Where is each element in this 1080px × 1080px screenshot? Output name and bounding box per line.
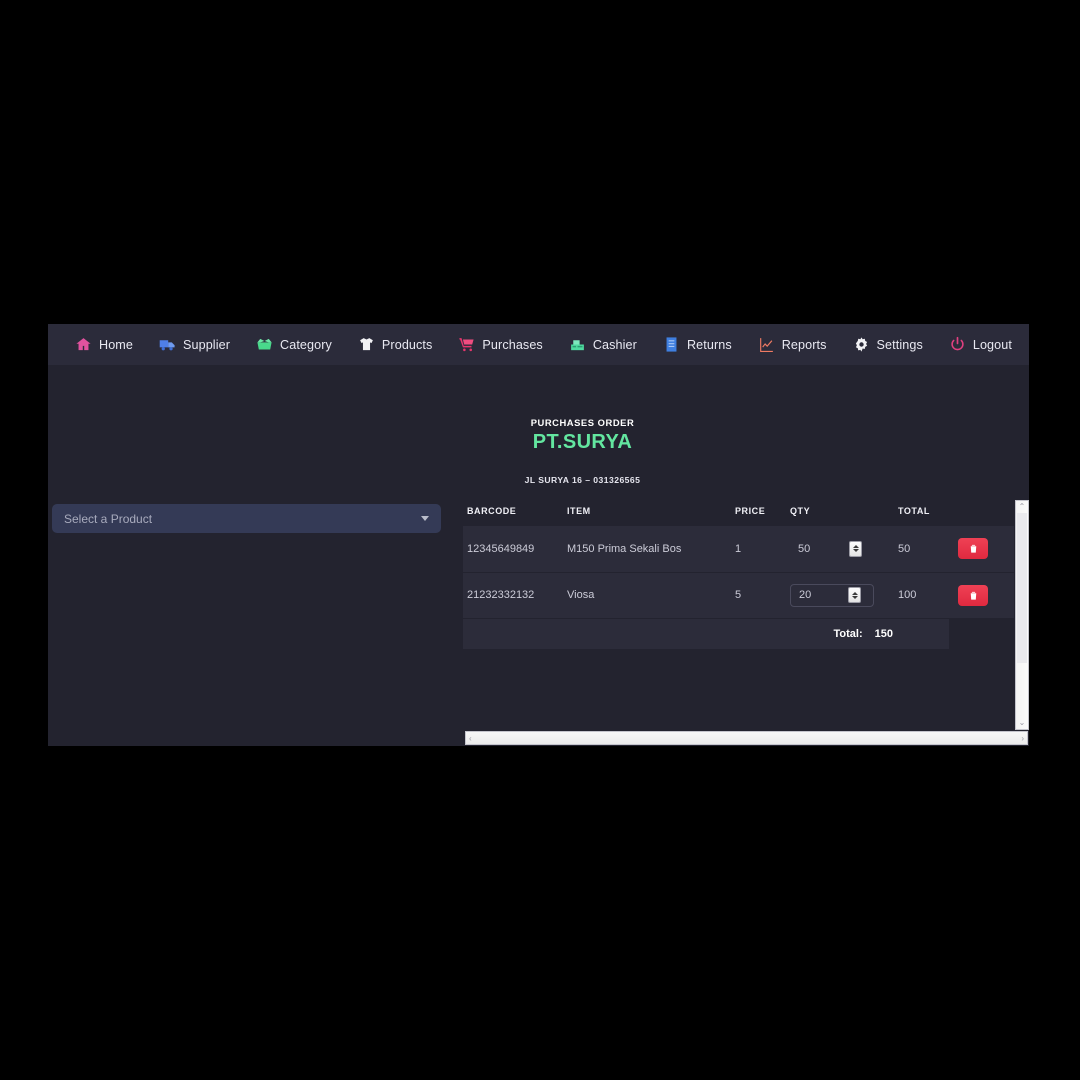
vertical-scrollbar[interactable]: ⌃ ⌄ — [1015, 500, 1029, 730]
main-navigation: Home Supplier Category Products Purchase… — [48, 324, 1029, 365]
tshirt-icon — [360, 338, 373, 351]
col-qty-stepper — [838, 500, 898, 526]
order-header: PURCHASES ORDER PT.SURYA JL SURYA 16 – 0… — [500, 417, 665, 485]
order-items-scroll-area: BARCODE ITEM PRICE QTY TOTAL 12345649849… — [463, 500, 1014, 728]
col-qty: QTY — [790, 506, 811, 516]
nav-item-home[interactable]: Home — [62, 324, 146, 365]
scroll-left-arrow[interactable]: ‹ — [469, 734, 472, 743]
receipt-icon — [666, 337, 677, 352]
cell-qty[interactable]: 20 — [790, 572, 898, 618]
nav-item-settings[interactable]: Settings — [840, 324, 936, 365]
delete-row-button[interactable] — [958, 584, 988, 606]
power-icon — [951, 336, 964, 351]
register-icon — [570, 340, 584, 351]
row-qty-stepper[interactable] — [848, 587, 861, 603]
nav-label: Settings — [876, 337, 923, 352]
cell-item: Viosa — [567, 589, 595, 601]
cell-actions — [958, 526, 1014, 572]
trash-icon — [970, 545, 976, 553]
row-qty-stepper[interactable] — [849, 540, 862, 557]
cell-qty[interactable]: 50 — [790, 526, 898, 572]
nav-item-reports[interactable]: Reports — [745, 324, 840, 365]
col-barcode: BARCODE — [467, 506, 517, 516]
cell-total: 100 — [898, 589, 917, 601]
cell-price: 5 — [735, 589, 742, 601]
cell-total: 50 — [898, 542, 911, 555]
scroll-up-arrow[interactable]: ⌃ — [1019, 501, 1026, 513]
vertical-scroll-thumb[interactable] — [1017, 513, 1027, 663]
total-value: 150 — [874, 627, 893, 640]
cell-item: M150 Prima Sekali Bos — [567, 542, 682, 555]
company-name: PT.SURYA — [532, 431, 633, 453]
order-items-table: BARCODE ITEM PRICE QTY TOTAL 12345649849… — [463, 500, 1014, 619]
row-qty-control[interactable]: 20 — [790, 583, 874, 607]
gear-icon — [855, 337, 867, 352]
product-select-value: Select a Product — [64, 511, 153, 526]
col-actions — [958, 500, 1014, 526]
row-qty-control[interactable]: 50 — [790, 537, 874, 560]
page-body: PURCHASES ORDER PT.SURYA JL SURYA 16 – 0… — [48, 365, 1029, 746]
cell-price: 1 — [735, 542, 742, 555]
screen: Home Supplier Category Products Purchase… — [0, 0, 1080, 1080]
nav-label: Logout — [972, 337, 1012, 352]
table-header-row: BARCODE ITEM PRICE QTY TOTAL — [463, 500, 1014, 526]
total-label: Total: — [833, 627, 863, 640]
order-subtitle: PURCHASES ORDER — [530, 417, 635, 428]
col-price: PRICE — [735, 506, 766, 516]
nav-item-returns[interactable]: Returns — [650, 324, 745, 365]
scroll-right-arrow[interactable]: › — [1021, 734, 1024, 743]
trash-icon — [970, 591, 976, 600]
nav-label: Reports — [781, 337, 827, 352]
nav-label: Cashier — [592, 337, 637, 352]
nav-label: Products — [381, 337, 433, 352]
nav-item-category[interactable]: Category — [243, 324, 345, 365]
delete-row-button[interactable] — [958, 538, 988, 560]
order-totals-row: Total: 150 — [463, 618, 949, 649]
home-icon — [76, 338, 91, 351]
horizontal-scrollbar[interactable]: ‹ › — [465, 731, 1028, 745]
nav-item-logout[interactable]: Logout — [936, 324, 1025, 365]
nav-label: Supplier — [183, 337, 231, 352]
chevron-down-icon — [421, 516, 429, 521]
nav-item-cashier[interactable]: Cashier — [556, 324, 650, 365]
nav-label: Returns — [686, 337, 732, 352]
nav-label: Category — [280, 337, 332, 352]
chart-icon — [759, 338, 773, 353]
nav-item-products[interactable]: Products — [345, 324, 446, 365]
nav-item-supplier[interactable]: Supplier — [146, 324, 243, 365]
col-total: TOTAL — [898, 506, 930, 516]
open-box-icon — [257, 338, 272, 350]
cell-actions — [958, 572, 1014, 618]
row-qty-value: 50 — [798, 542, 811, 555]
table-row: 21232332132 Viosa 5 20 100 — [463, 572, 1014, 618]
app-window: Home Supplier Category Products Purchase… — [48, 324, 1029, 746]
order-items-panel: BARCODE ITEM PRICE QTY TOTAL 12345649849… — [463, 500, 1029, 745]
scroll-down-arrow[interactable]: ⌄ — [1019, 717, 1026, 729]
company-address: JL SURYA 16 – 031326565 — [524, 475, 641, 485]
cell-barcode: 21232332132 — [467, 589, 535, 601]
nav-label: Purchases — [482, 337, 543, 352]
table-row: 12345649849 M150 Prima Sekali Bos 1 50 5… — [463, 526, 1014, 572]
truck-icon — [159, 340, 175, 351]
col-item: ITEM — [567, 506, 591, 516]
row-qty-value: 20 — [799, 589, 812, 601]
cart-icon — [459, 338, 475, 352]
nav-label: Home — [99, 337, 133, 352]
nav-item-purchases[interactable]: Purchases — [445, 324, 555, 365]
cell-barcode: 12345649849 — [467, 542, 535, 555]
product-select[interactable]: Select a Product — [52, 504, 441, 533]
